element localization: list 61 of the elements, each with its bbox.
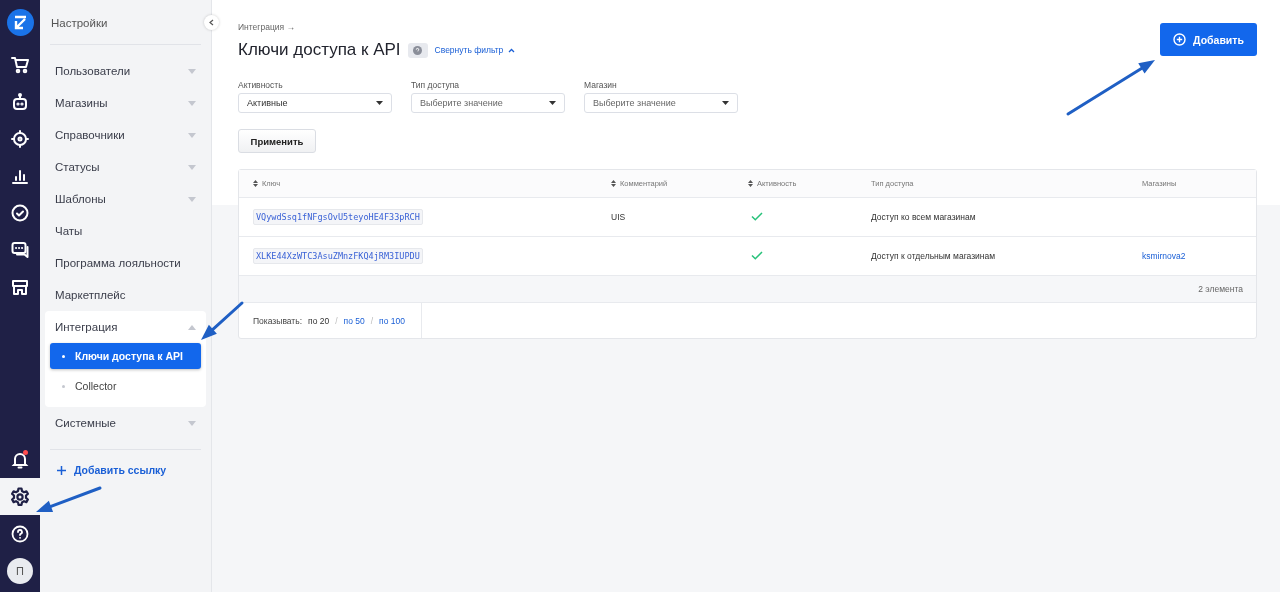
filter-label: Активность: [238, 80, 284, 90]
plus-circle-icon: [1173, 33, 1187, 46]
help-icon[interactable]: [11, 524, 29, 543]
table-cell-text: Доступ к отдельным магазинам: [871, 251, 997, 261]
api-key: VQywdSsq1fNFgsOvU5teyoHE4F33pRCH: [253, 209, 423, 225]
bell-icon[interactable]: [11, 450, 29, 469]
page-size-label: Показывать:: [253, 315, 303, 326]
collapse-filter-link[interactable]: Свернуть фильтр: [434, 45, 516, 55]
sidebar-item[interactable]: Маркетплейс: [45, 279, 206, 311]
store-link[interactable]: ksmirnova2: [1142, 251, 1256, 261]
caret-down-icon: [376, 101, 383, 105]
add-button[interactable]: Добавить: [1160, 23, 1257, 56]
check-circle-icon[interactable]: [11, 203, 29, 222]
chevron-up-icon: [508, 47, 516, 53]
sidebar-title: Настройки: [50, 16, 109, 31]
chevron-left-icon: [209, 19, 214, 26]
apply-button[interactable]: Применить: [238, 129, 316, 153]
logo-icon: [12, 15, 28, 30]
filter-dropdown[interactable]: Активные: [238, 93, 392, 113]
separator: /: [335, 315, 338, 326]
filter-label: Тип доступа: [411, 80, 461, 90]
sidebar-item[interactable]: Системные: [45, 407, 206, 439]
sidebar-subitem[interactable]: Collector: [50, 373, 201, 399]
target-icon[interactable]: [11, 129, 29, 148]
table-cell-text: UIS: [611, 212, 627, 222]
user-avatar[interactable]: П: [7, 558, 33, 584]
page-title: Ключи доступа к API: [238, 40, 401, 60]
help-button[interactable]: [407, 42, 428, 58]
store-icon[interactable]: [11, 277, 29, 296]
separator: /: [370, 315, 374, 326]
settings-icon[interactable]: [10, 486, 30, 507]
sidebar-item[interactable]: Статусы: [45, 151, 206, 183]
item-count: 2 элемента: [1198, 284, 1243, 294]
sidebar-item[interactable]: Шаблоны: [45, 183, 206, 215]
api-key: XLKE44XzWTC3AsuZMnzFKQ4jRM3IUPDU: [253, 248, 423, 264]
breadcrumb-link[interactable]: Интеграция →: [238, 22, 516, 32]
caret-down-icon: [722, 101, 729, 105]
filter-dropdown[interactable]: Выберите значение: [584, 93, 738, 113]
sidebar-subitem[interactable]: Ключи доступа к API: [50, 343, 201, 369]
sidebar-item[interactable]: Интеграция: [45, 311, 206, 343]
sidebar-item[interactable]: Чаты: [45, 215, 206, 247]
page-size-option[interactable]: по 20: [308, 315, 330, 326]
help-icon: [413, 45, 423, 55]
sidebar-item[interactable]: Пользователи: [45, 55, 206, 87]
page-size-option[interactable]: по 100: [379, 315, 405, 326]
table-cell-text: Доступ ко всем магазинам: [871, 212, 977, 222]
robot-icon[interactable]: [11, 92, 29, 111]
sidebar-item[interactable]: Магазины: [45, 87, 206, 119]
filter-label: Магазин: [584, 80, 618, 90]
add-link-button[interactable]: Добавить ссылку: [45, 460, 206, 480]
page-size-option[interactable]: по 50: [343, 315, 365, 326]
cart-icon[interactable]: [11, 55, 29, 74]
chat-icon[interactable]: [11, 240, 29, 259]
annotation-arrow: [36, 486, 102, 512]
plus-icon: [57, 465, 66, 475]
sidebar-item[interactable]: Программа лояльности: [45, 247, 206, 279]
sidebar-item[interactable]: Справочники: [45, 119, 206, 151]
caret-down-icon: [549, 101, 556, 105]
annotation-arrow: [201, 301, 244, 340]
filter-dropdown[interactable]: Выберите значение: [411, 93, 565, 113]
app-logo[interactable]: [6, 9, 34, 36]
